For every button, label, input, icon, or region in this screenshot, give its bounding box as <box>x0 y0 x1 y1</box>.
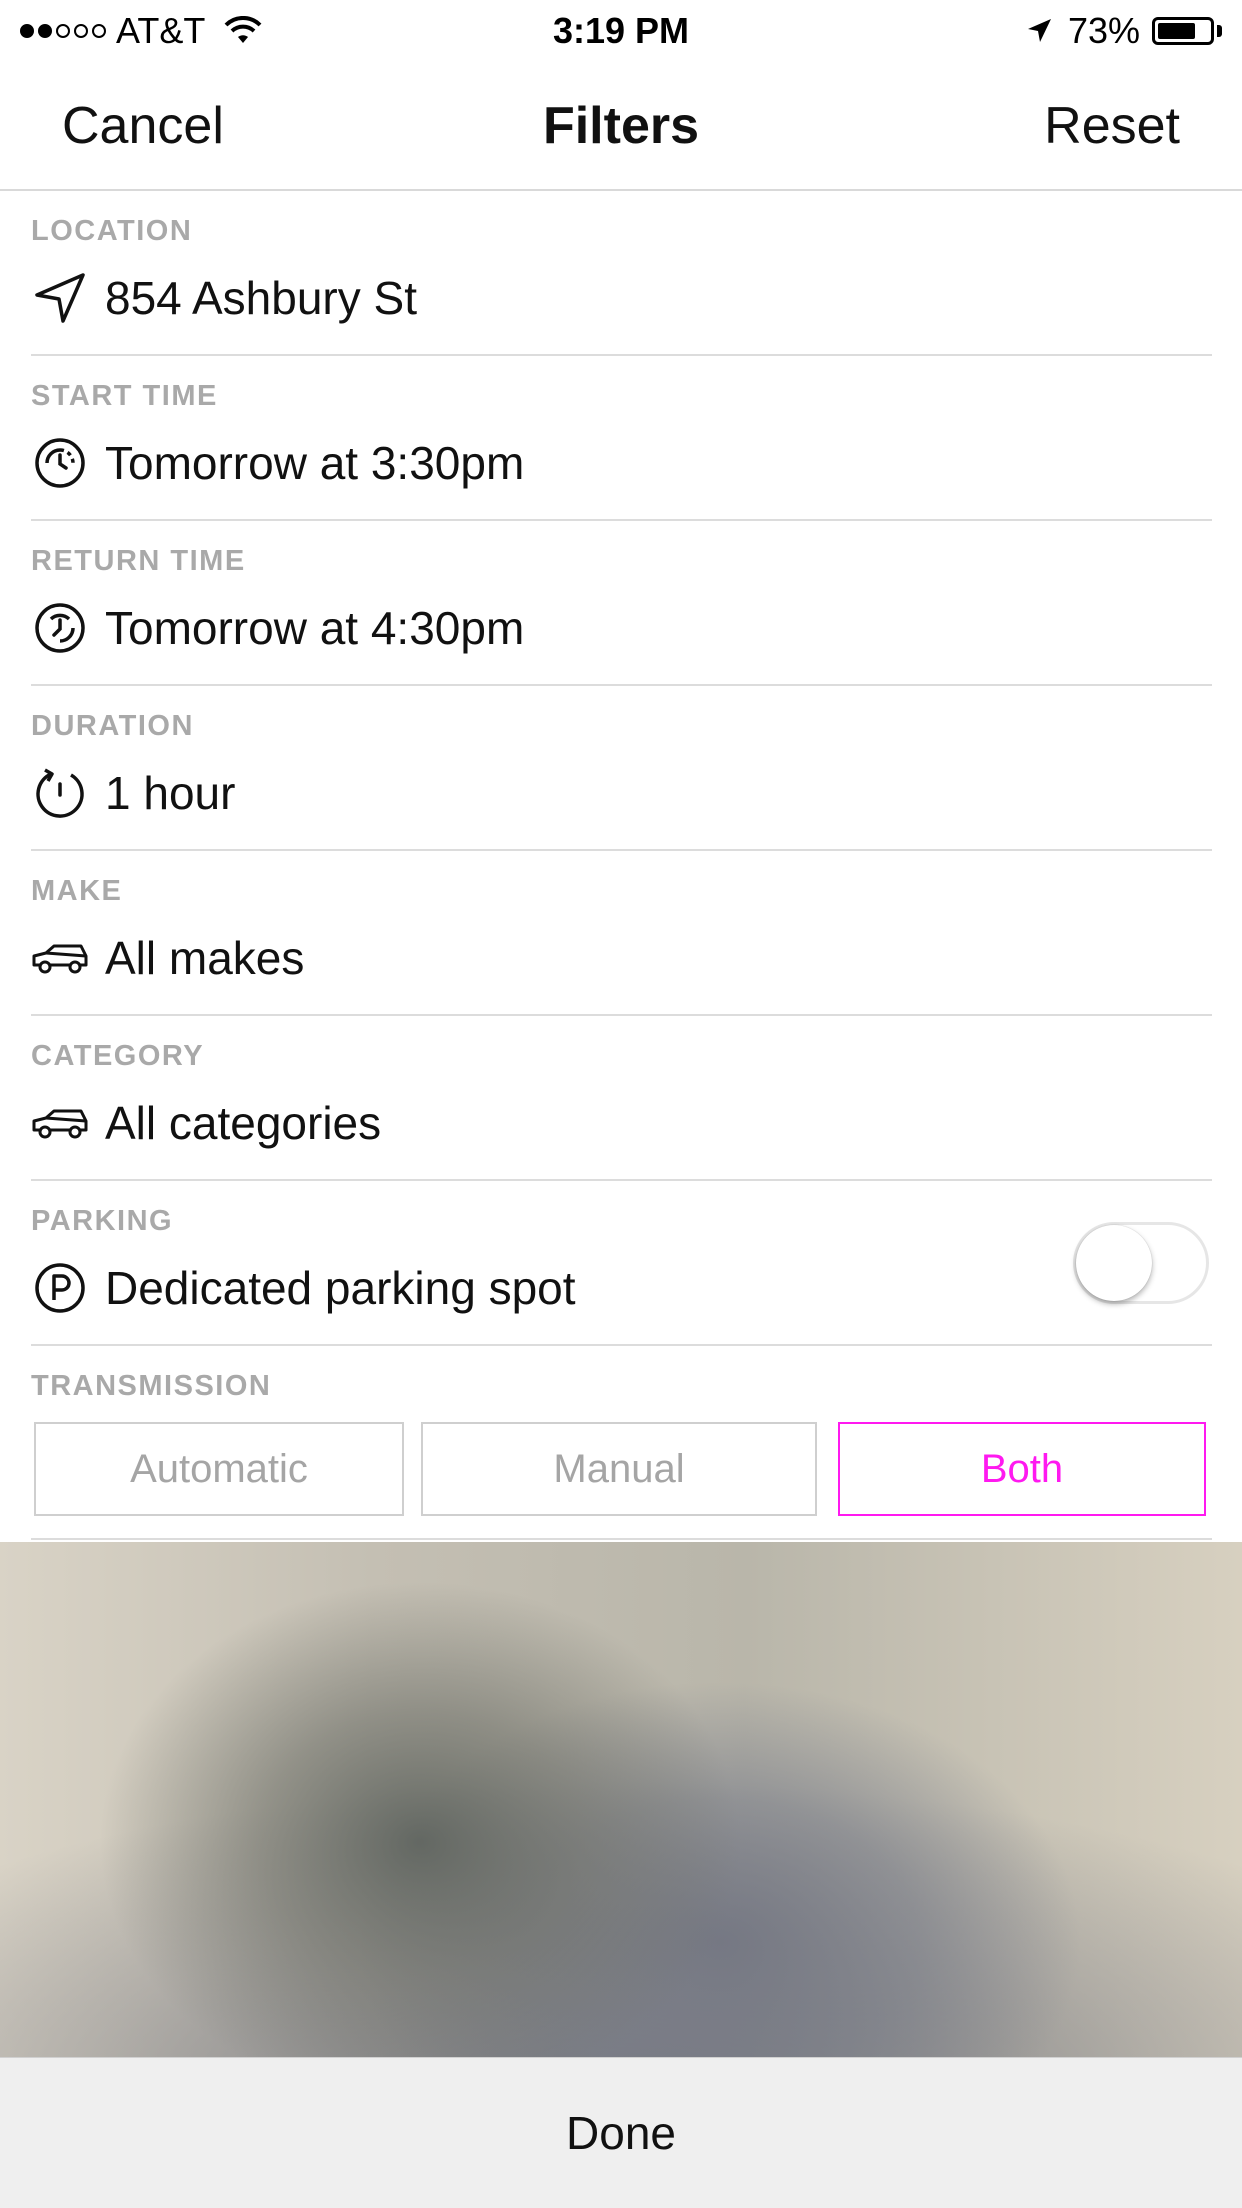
transmission-segmented-control: Automatic Manual Both <box>34 1422 1212 1516</box>
done-button[interactable]: Done <box>0 2057 1242 2208</box>
category-value: All categories <box>105 1097 382 1149</box>
section-label: DURATION <box>31 710 194 742</box>
filter-transmission: TRANSMISSION Automatic Manual Both <box>31 1346 1212 1540</box>
parking-value: Dedicated parking spot <box>105 1262 576 1314</box>
filter-category[interactable]: CATEGORY All categories <box>31 1016 1212 1181</box>
section-label: CATEGORY <box>31 1040 205 1072</box>
filter-duration[interactable]: DURATION 1 hour <box>31 686 1212 851</box>
filter-return-time[interactable]: RETURN TIME Tomorrow at 4:30pm <box>31 521 1212 686</box>
section-label: TRANSMISSION <box>31 1370 272 1402</box>
reset-button[interactable]: Reset <box>1044 96 1180 156</box>
location-value: 854 Ashbury St <box>105 272 417 324</box>
battery-cap <box>1217 25 1222 37</box>
filter-start-time[interactable]: START TIME Tomorrow at 3:30pm <box>31 356 1212 521</box>
nav-bar: Cancel Filters Reset <box>0 60 1242 191</box>
blur-layer <box>0 1542 1242 2057</box>
location-services-icon <box>1027 19 1051 42</box>
navigation-arrow-icon <box>31 269 89 327</box>
status-right: 73% <box>1024 10 1222 52</box>
transmission-option-manual[interactable]: Manual <box>421 1422 817 1516</box>
timer-icon <box>31 764 89 822</box>
battery-fill <box>1158 23 1195 39</box>
make-value: All makes <box>105 932 305 984</box>
start-time-value: Tomorrow at 3:30pm <box>105 437 525 489</box>
section-label: RETURN TIME <box>31 545 246 577</box>
return-time-value: Tomorrow at 4:30pm <box>105 602 525 654</box>
parking-icon <box>31 1259 89 1317</box>
transmission-option-automatic[interactable]: Automatic <box>34 1422 404 1516</box>
duration-value: 1 hour <box>105 767 236 819</box>
filter-location[interactable]: LOCATION 854 Ashbury St <box>31 191 1212 356</box>
car-icon <box>31 1094 89 1152</box>
blurred-backdrop <box>0 1542 1242 2057</box>
section-label: START TIME <box>31 380 218 412</box>
battery-icon <box>1152 17 1214 45</box>
clock-icon <box>31 599 89 657</box>
parking-toggle[interactable] <box>1073 1222 1209 1304</box>
status-bar: AT&T 3:19 PM 73% <box>0 0 1242 60</box>
section-label: PARKING <box>31 1205 174 1237</box>
clock-icon <box>31 434 89 492</box>
section-label: LOCATION <box>31 215 193 247</box>
filter-make[interactable]: MAKE All makes <box>31 851 1212 1016</box>
section-label: MAKE <box>31 875 123 907</box>
filter-parking: PARKING Dedicated parking spot <box>31 1181 1212 1346</box>
transmission-option-both[interactable]: Both <box>838 1422 1206 1516</box>
battery-percent: 73% <box>1067 10 1140 51</box>
car-icon <box>31 929 89 987</box>
toggle-knob <box>1076 1225 1152 1301</box>
filters-list: LOCATION 854 Ashbury St START TIME Tomor… <box>0 191 1242 1540</box>
